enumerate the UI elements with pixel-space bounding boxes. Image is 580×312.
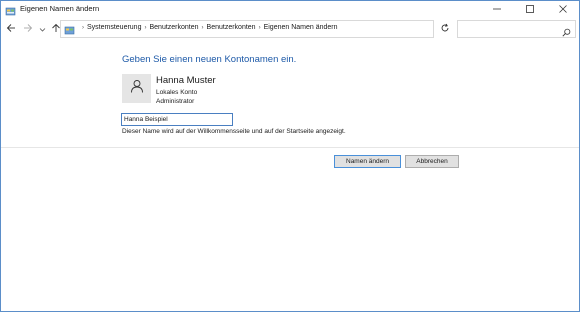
chevron-down-icon	[39, 20, 46, 38]
control-panel-icon	[64, 23, 75, 35]
chevron-right-icon[interactable]: ›	[256, 25, 264, 31]
chevron-right-icon[interactable]: ›	[141, 25, 149, 31]
cancel-button[interactable]: Abbrechen	[405, 155, 459, 168]
arrow-right-icon	[23, 20, 33, 38]
navigation-bar: › Systemsteuerung › Benutzerkonten › Ben…	[1, 19, 579, 38]
breadcrumb-item-benutzerkonten[interactable]: Benutzerkonten	[149, 24, 198, 31]
breadcrumb-item-benutzerkonten-sub[interactable]: Benutzerkonten	[207, 24, 256, 31]
account-type: Lokales Konto	[156, 89, 198, 96]
close-button[interactable]	[549, 1, 577, 19]
account-role: Administrator	[156, 98, 195, 105]
close-icon	[558, 1, 568, 19]
refresh-icon	[440, 20, 450, 38]
search-box[interactable]	[457, 20, 576, 38]
title-bar[interactable]: Eigenen Namen ändern	[1, 1, 579, 19]
user-name: Hanna Muster	[156, 75, 216, 86]
name-hint-text: Dieser Name wird auf der Willkommensseit…	[122, 128, 346, 135]
refresh-button[interactable]	[438, 22, 452, 35]
avatar	[122, 74, 151, 103]
divider	[1, 147, 579, 148]
maximize-button[interactable]	[516, 1, 544, 19]
minimize-button[interactable]	[483, 1, 511, 19]
page-heading: Geben Sie einen neuen Kontonamen ein.	[122, 54, 297, 65]
arrow-left-icon	[6, 20, 16, 38]
breadcrumb: › Systemsteuerung › Benutzerkonten › Ben…	[79, 24, 338, 31]
window-title: Eigenen Namen ändern	[20, 4, 100, 13]
new-name-input[interactable]	[121, 113, 233, 126]
maximize-icon	[525, 1, 535, 19]
user-icon	[130, 79, 144, 98]
breadcrumb-item-current[interactable]: Eigenen Namen ändern	[264, 24, 338, 31]
search-icon	[562, 24, 571, 42]
recent-locations-button[interactable]	[38, 22, 46, 35]
chevron-right-icon: ›	[82, 24, 84, 31]
minimize-icon	[492, 1, 502, 19]
control-panel-window: Eigenen Namen ändern › Systemsteuerung ›…	[0, 0, 580, 312]
control-panel-icon	[5, 4, 16, 16]
back-button[interactable]	[5, 22, 17, 35]
forward-button[interactable]	[22, 22, 34, 35]
change-name-button[interactable]: Namen ändern	[334, 155, 401, 168]
breadcrumb-item-systemsteuerung[interactable]: Systemsteuerung	[87, 24, 141, 31]
address-bar[interactable]: › Systemsteuerung › Benutzerkonten › Ben…	[60, 20, 488, 38]
chevron-right-icon[interactable]: ›	[199, 25, 207, 31]
